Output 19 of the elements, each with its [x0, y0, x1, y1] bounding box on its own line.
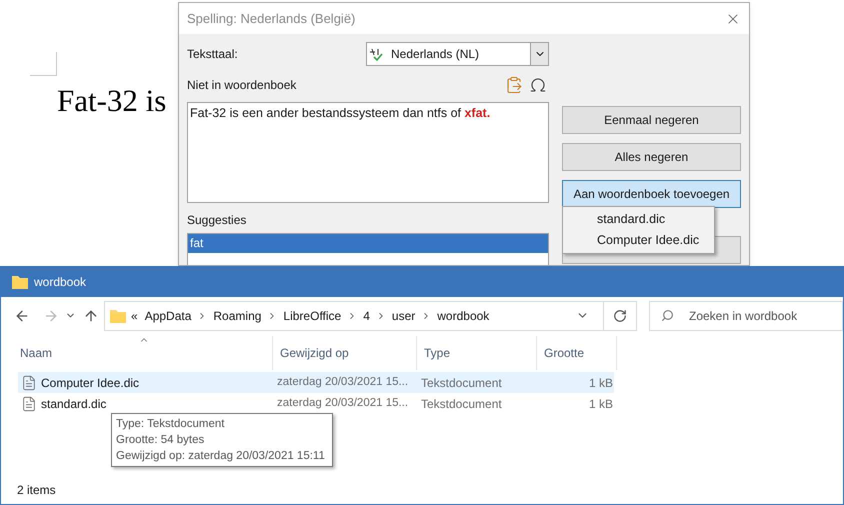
tooltip-line: Grootte: 54 bytes: [116, 433, 206, 448]
language-label: Teksttaal:: [187, 46, 238, 63]
modified-cell-text: zaterdag 20/03/2021 15...: [277, 396, 410, 411]
tooltip-line: Gewijzigd op: zaterdag 20/03/2021 15:11: [116, 449, 326, 464]
dialog-title: Spelling: Nederlands (België): [187, 10, 356, 28]
suggestions-label: Suggesties: [187, 212, 248, 229]
type-cell-text: Tekstdocument: [421, 396, 503, 412]
not-in-dictionary-label: Niet in woordenboek: [187, 77, 296, 94]
document-text: Fat-32 is: [57, 82, 166, 120]
status-text: 2 items: [17, 482, 57, 499]
size-cell-text: 1 kB: [588, 374, 613, 392]
sentence-text: Fat-32 is een ander bestandssysteem dan ntfs of xfat.: [190, 105, 492, 122]
tooltip-line: Type: Tekstdocument: [116, 417, 226, 432]
file-name: Computer Idee.dic: [41, 374, 140, 392]
window-title: wordbook: [34, 274, 86, 290]
modified-cell-text: zaterdag 20/03/2021 15...: [277, 374, 410, 390]
size-cell-text: 1 kB: [588, 396, 613, 412]
type-cell-text: Tekstdocument: [421, 374, 503, 392]
file-name: standard.dic: [41, 396, 108, 412]
